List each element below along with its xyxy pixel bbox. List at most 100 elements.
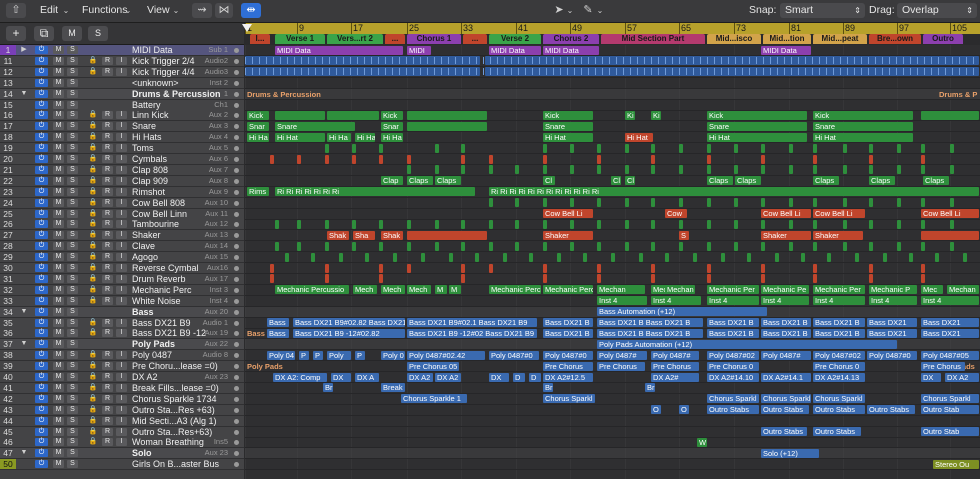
record-enable-button[interactable]: R [102, 362, 113, 371]
track-lane[interactable] [245, 209, 980, 220]
lock-icon[interactable]: 🔒 [88, 373, 98, 381]
hit-region[interactable] [379, 154, 383, 164]
functions-menu[interactable]: Functions [82, 3, 128, 18]
region[interactable]: DX A2#12.5 [543, 372, 593, 382]
track-row[interactable]: 43 ⏻ M S 🔒 R I Outro Sta...Res +63) [0, 404, 244, 416]
region[interactable]: Bass [267, 318, 289, 327]
hit-region[interactable] [651, 241, 655, 251]
mute-button[interactable]: M [53, 198, 64, 207]
power-icon[interactable]: ⏻ [35, 220, 48, 229]
hit-region[interactable] [597, 274, 601, 284]
power-icon[interactable]: ⏻ [35, 285, 48, 294]
region[interactable]: Kick [707, 110, 807, 120]
input-monitor-button[interactable]: I [116, 56, 127, 65]
track-lane[interactable] [245, 394, 980, 405]
hit-region[interactable] [789, 219, 793, 229]
region[interactable]: Br [645, 383, 655, 393]
lock-icon[interactable]: 🔒 [88, 155, 98, 163]
power-icon[interactable]: ⏻ [35, 274, 48, 283]
power-icon[interactable]: ⏻ [35, 318, 48, 327]
solo-button[interactable]: S [67, 318, 78, 327]
hit-region[interactable] [379, 219, 383, 229]
record-enable-button[interactable]: R [102, 231, 113, 240]
region[interactable]: Outro Stabs [761, 405, 809, 415]
marker-mid-tion[interactable]: Mid...tion [763, 34, 811, 44]
power-icon[interactable]: ⏻ [35, 187, 48, 196]
region[interactable]: S [679, 230, 689, 240]
region[interactable]: Bass DX21 [921, 328, 979, 338]
hit-region[interactable] [921, 165, 925, 175]
hit-region[interactable] [734, 198, 738, 208]
mute-button[interactable]: M [53, 122, 64, 131]
region[interactable]: Hi Ha [247, 132, 269, 142]
hit-region[interactable] [352, 154, 356, 164]
input-monitor-button[interactable]: I [116, 383, 127, 392]
region[interactable]: Mech [381, 285, 405, 295]
region[interactable]: Snare [543, 121, 593, 131]
disclosure-triangle-icon[interactable]: ▼ [17, 307, 31, 317]
region[interactable]: Inst 4 [921, 296, 979, 306]
hit-region[interactable] [597, 219, 601, 229]
input-monitor-button[interactable]: I [116, 176, 127, 185]
solo-button[interactable]: S [67, 351, 78, 360]
region[interactable]: Poly 0487#0 [867, 350, 917, 360]
region[interactable]: MIDI Data [543, 45, 599, 55]
region[interactable]: Bass DX21 B Bass DX21 B [597, 318, 703, 327]
power-icon[interactable]: ⏻ [35, 176, 48, 185]
track-row[interactable]: 23 ⏻ M S 🔒 R I Rimshot Aux 9 [0, 186, 244, 198]
record-enable-button[interactable]: R [102, 264, 113, 272]
region[interactable]: Outro Stabs [761, 427, 807, 436]
region[interactable]: Cow Bell Li [921, 209, 979, 218]
hit-region[interactable] [734, 165, 738, 175]
hit-region[interactable] [869, 143, 873, 153]
track-row[interactable]: 26 ⏻ M S 🔒 R I Tambourine Aux 12 [0, 219, 244, 231]
region[interactable]: Kick [543, 110, 593, 120]
mute-button[interactable]: M [53, 111, 64, 120]
input-monitor-button[interactable]: I [116, 394, 127, 403]
hit-region[interactable] [707, 165, 711, 175]
hit-region[interactable] [921, 198, 925, 208]
solo-button[interactable]: S [67, 89, 78, 98]
input-monitor-button[interactable]: I [116, 242, 127, 251]
hit-region[interactable] [570, 219, 574, 229]
hit-region[interactable] [407, 165, 411, 175]
solo-button[interactable]: S [67, 340, 78, 349]
solo-button[interactable]: S [67, 405, 78, 414]
mute-button[interactable]: M [53, 296, 64, 305]
region[interactable]: Claps [707, 176, 733, 186]
hit-region[interactable] [570, 198, 574, 208]
track-row[interactable]: 11 ⏻ M S 🔒 R I Kick Trigger 2/4 Audio2 [0, 55, 244, 67]
track-row[interactable]: 27 ⏻ M S 🔒 R I Shaker Aux 13 [0, 230, 244, 242]
mute-button[interactable]: M [53, 351, 64, 360]
hit-region[interactable] [761, 198, 765, 208]
track-row[interactable]: 39 ⏻ M S 🔒 R I Pre Choru...lease =0) [0, 361, 244, 373]
record-enable-button[interactable]: R [102, 274, 113, 283]
hit-region[interactable] [869, 165, 873, 175]
power-icon[interactable]: ⏻ [35, 144, 48, 153]
region[interactable]: Bass DX21 [921, 318, 979, 327]
track-row[interactable]: 12 ⏻ M S 🔒 R I Kick Trigger 4/4 Audio3 [0, 66, 244, 78]
record-enable-button[interactable]: R [102, 373, 113, 381]
track-row[interactable]: 24 ⏻ M S 🔒 R I Cow Bell 808 Aux 10 [0, 197, 244, 209]
hit-region[interactable] [721, 252, 725, 262]
mute-button[interactable]: M [53, 274, 64, 283]
track-row[interactable]: 16 ⏻ M S 🔒 R I Linn Kick Aux 2 [0, 110, 244, 122]
region[interactable]: Bass DX21 B [813, 318, 865, 327]
input-monitor-button[interactable]: I [116, 187, 127, 196]
power-icon[interactable]: ⏻ [35, 198, 48, 207]
mute-button[interactable]: M [53, 100, 64, 109]
solo-button[interactable]: S [67, 46, 78, 54]
drag-dropdown[interactable]: Overlap ⇕ [897, 3, 977, 18]
hit-region[interactable] [883, 252, 887, 262]
mute-button[interactable]: M [53, 56, 64, 65]
track-row[interactable]: 15 ⏻ M S Battery Ch1 [0, 99, 244, 111]
region[interactable]: Mechanic Percussio [275, 285, 349, 295]
solo-button[interactable]: S [67, 362, 78, 371]
hit-region[interactable] [311, 252, 315, 262]
input-monitor-button[interactable]: I [116, 165, 127, 174]
lock-icon[interactable]: 🔒 [88, 144, 98, 152]
track-row[interactable]: 31 ⏻ M S 🔒 R I Drum Reverb Aux 17 [0, 273, 244, 285]
mute-button[interactable]: M [53, 405, 64, 414]
hit-region[interactable] [761, 263, 765, 273]
marker-chorus-1[interactable]: Chorus 1 [407, 34, 461, 44]
